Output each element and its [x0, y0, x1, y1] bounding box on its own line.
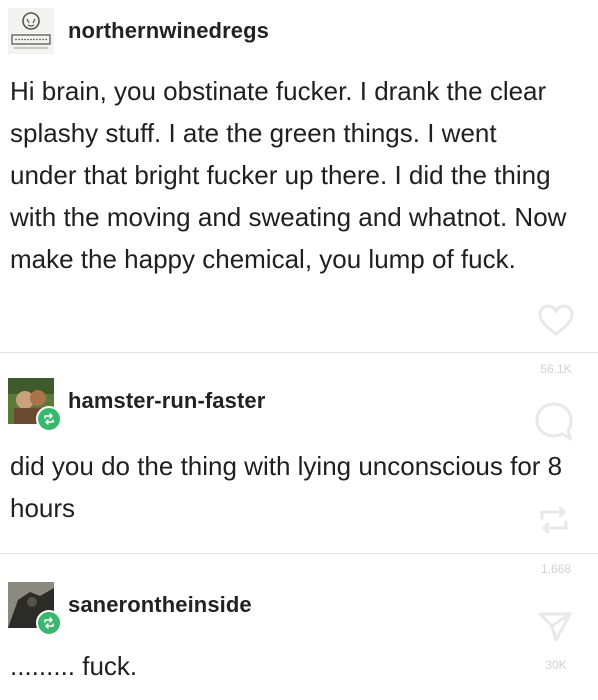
heart-icon [538, 304, 574, 336]
post-text: ......... fuck. [10, 651, 138, 681]
reblog-icon [44, 413, 54, 425]
avatar[interactable] [8, 378, 62, 432]
username[interactable]: northernwinedregs [68, 18, 269, 44]
reblog-badge [36, 406, 62, 432]
avatar[interactable] [8, 8, 54, 54]
post-header: northernwinedregs [8, 8, 269, 54]
username[interactable]: sanerontheinside [68, 592, 252, 618]
reblog-count: 1,668 [540, 562, 572, 576]
like-count: 56.1K [540, 362, 572, 376]
share-count: 30K [545, 658, 567, 672]
share-icon [538, 612, 572, 642]
comment-icon [535, 402, 573, 441]
username[interactable]: hamster-run-faster [68, 388, 265, 414]
comment-button[interactable] [532, 400, 576, 442]
stamp-avatar-icon [8, 8, 54, 54]
post-text: Hi brain, you obstinate fucker. I drank … [10, 76, 567, 274]
post-header: sanerontheinside [8, 582, 252, 636]
post-header: hamster-run-faster [8, 378, 265, 432]
divider [0, 352, 598, 353]
avatar[interactable] [8, 582, 62, 636]
reblog-badge [36, 610, 62, 636]
share-button[interactable] [536, 608, 574, 644]
reblog-button[interactable] [534, 500, 574, 540]
divider [0, 553, 598, 554]
reblog-icon [540, 506, 568, 534]
reblog-icon [44, 617, 54, 629]
like-button[interactable] [536, 302, 576, 338]
post-text: did you do the thing with lying unconsci… [10, 451, 563, 523]
